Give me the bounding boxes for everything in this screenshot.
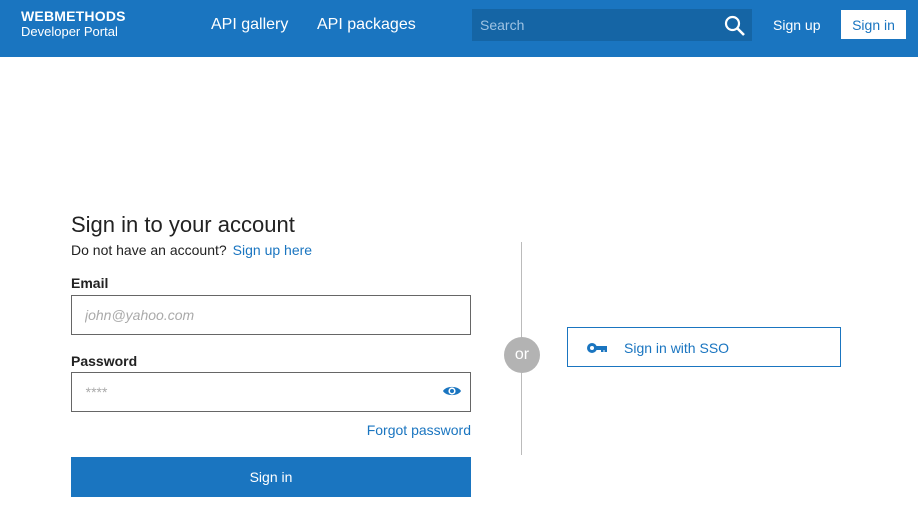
logo[interactable]: WEBMETHODS Developer Portal <box>21 8 126 40</box>
logo-subtitle: Developer Portal <box>21 24 118 39</box>
nav-api-packages[interactable]: API packages <box>317 16 416 34</box>
email-field[interactable] <box>71 295 471 335</box>
signup-here-link[interactable]: Sign up here <box>233 242 312 258</box>
or-separator: or <box>504 337 540 373</box>
key-icon <box>587 343 607 353</box>
email-label: Email <box>71 275 109 291</box>
search-box <box>472 9 752 41</box>
search-icon[interactable] <box>724 15 746 37</box>
signup-link[interactable]: Sign up <box>773 17 820 33</box>
password-field[interactable] <box>71 372 471 412</box>
header-signin-button[interactable]: Sign in <box>841 10 906 39</box>
top-header: WEBMETHODS Developer Portal API gallery … <box>0 0 918 57</box>
sso-signin-button[interactable]: Sign in with SSO <box>567 327 841 367</box>
search-input[interactable] <box>472 9 712 41</box>
no-account-label: Do not have an account? <box>71 242 227 258</box>
password-label: Password <box>71 353 138 369</box>
show-password-eye-icon[interactable] <box>442 384 462 398</box>
nav-api-gallery[interactable]: API gallery <box>211 16 288 34</box>
sso-label: Sign in with SSO <box>624 340 730 356</box>
forgot-password-link[interactable]: Forgot password <box>367 422 471 438</box>
no-account-text: Do not have an account? Sign up here <box>71 242 312 258</box>
signin-submit-button[interactable]: Sign in <box>71 457 471 497</box>
page-title: Sign in to your account <box>71 212 295 237</box>
logo-title: WEBMETHODS <box>21 8 126 24</box>
